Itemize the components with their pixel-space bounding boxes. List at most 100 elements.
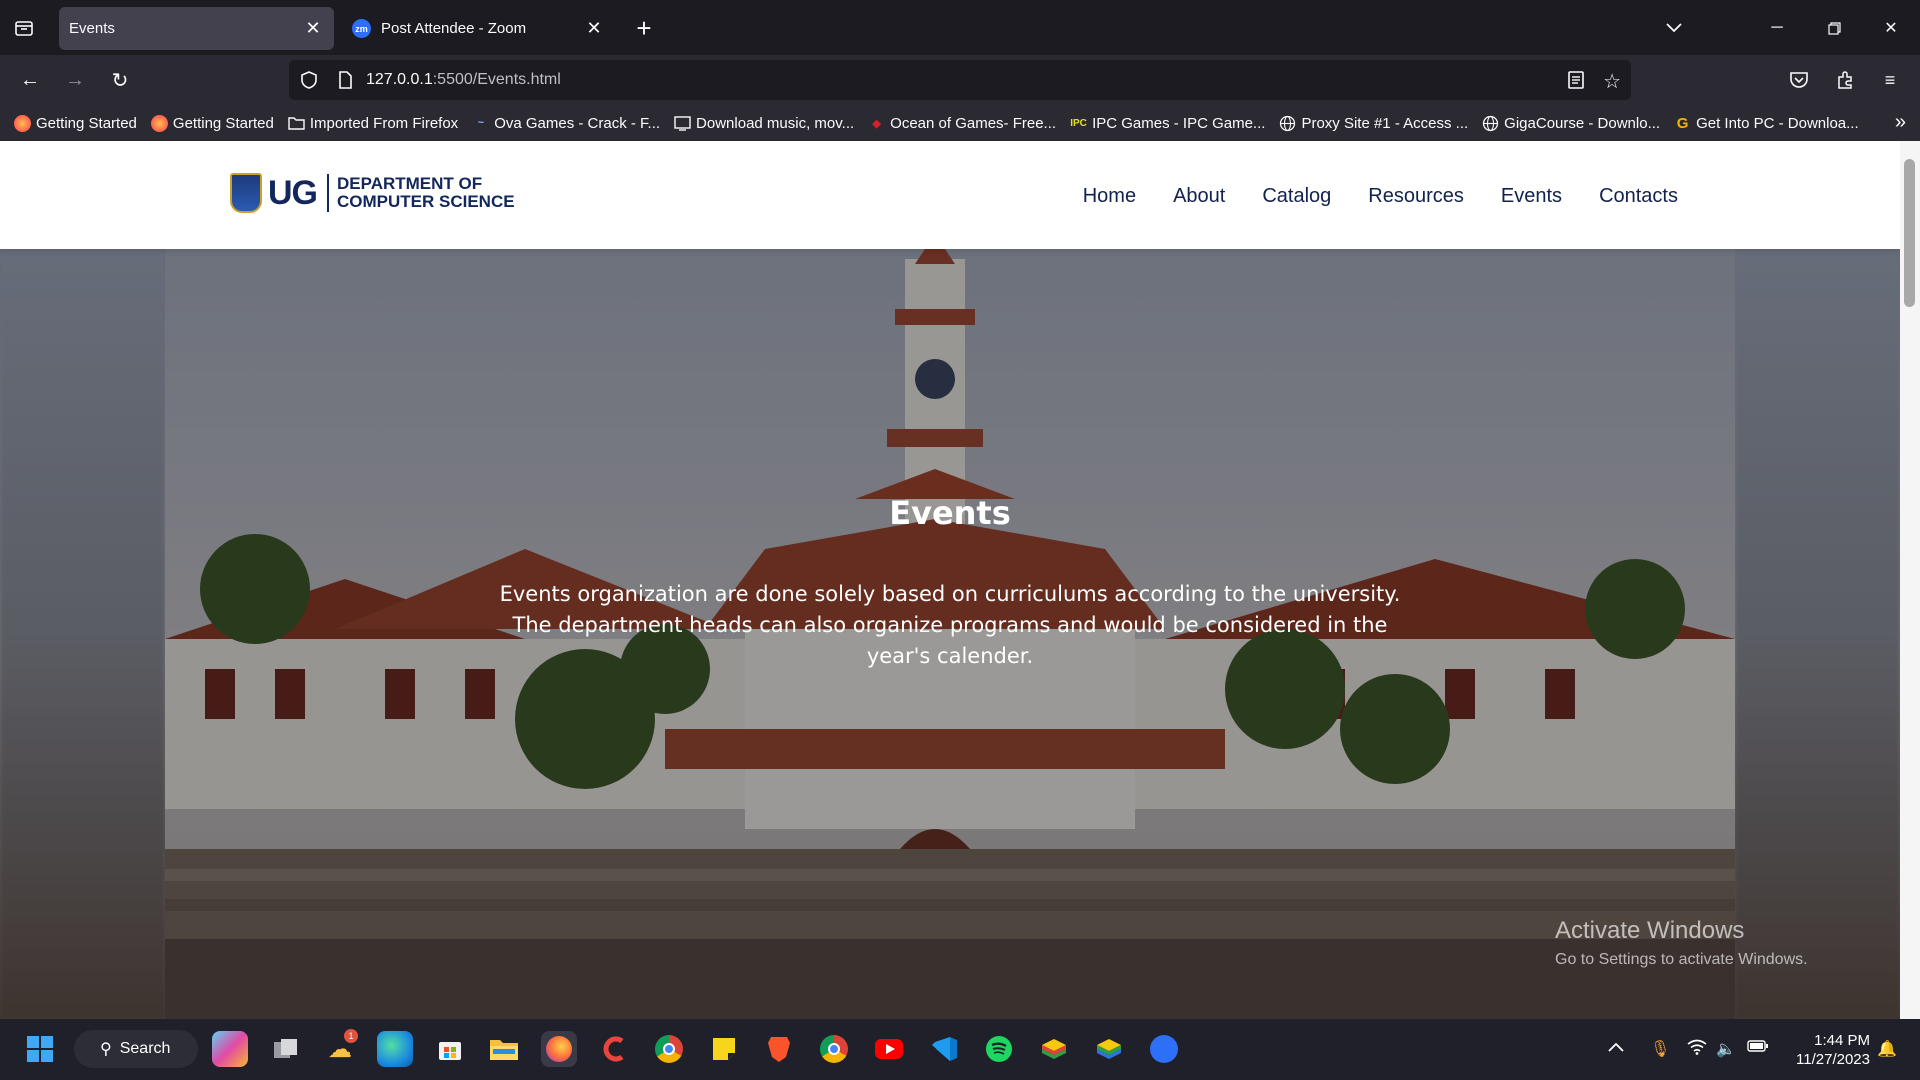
close-tab-icon[interactable]: ✕ [585,18,603,38]
battery-icon[interactable] [1747,1039,1769,1058]
notification-bell-icon[interactable]: 🔔 [1877,1039,1897,1059]
tab-events[interactable]: Events ✕ [59,7,334,50]
reader-view-icon[interactable] [1566,70,1586,90]
bookmark-star-icon[interactable]: ☆ [1603,69,1621,94]
logo-line-1: DEPARTMENT OF [337,174,483,193]
nav-events[interactable]: Events [1501,185,1562,208]
taskbar-clock[interactable]: 1:44 PM 11/27/2023 [1786,1031,1870,1069]
bookmark-item[interactable]: ◆ Ocean of Games- Free... [868,115,1056,132]
zoom-taskbar-icon[interactable] [1146,1031,1182,1067]
spotify-icon[interactable] [981,1031,1017,1067]
hero-title: Events [889,494,1011,532]
bookmark-item[interactable]: Proxy Site #1 - Access ... [1279,115,1468,132]
minimize-icon[interactable]: ─ [1763,14,1791,42]
ova-icon: ~ [477,117,484,129]
nav-about[interactable]: About [1173,185,1225,208]
nav-contacts[interactable]: Contacts [1599,185,1678,208]
extensions-icon[interactable] [1831,66,1859,94]
reload-icon[interactable]: ↻ [106,66,134,94]
shield-icon[interactable] [299,70,319,90]
bookmark-item[interactable]: Getting Started [14,114,137,132]
forward-icon[interactable]: → [61,66,89,94]
site-nav: Home About Catalog Resources Events Cont… [1046,185,1678,208]
bookmark-folder[interactable]: Imported From Firefox [288,115,458,132]
scrollbar-thumb[interactable] [1904,159,1915,307]
site-header: UG DEPARTMENT OF COMPUTER SCIENCE Home A… [0,141,1900,249]
logo-divider [327,174,329,212]
bookmark-item[interactable]: Download music, mov... [674,115,854,132]
bluestacks-multi-icon[interactable] [1091,1031,1127,1067]
watermark-title: Activate Windows [1555,917,1745,944]
firefox-icon [14,114,31,132]
microsoft-store-icon[interactable] [432,1031,468,1067]
firefox-taskbar-icon[interactable] [541,1031,577,1067]
bookmark-item[interactable]: GigaCourse - Downlo... [1482,115,1660,132]
ipc-icon: IPC [1070,117,1087,129]
globe-icon [1279,115,1296,132]
nav-resources[interactable]: Resources [1368,185,1464,208]
tab-list-button[interactable] [10,14,38,42]
hero-banner: Events Events organization are done sole… [0,249,1900,1019]
bluestacks-icon[interactable] [1036,1031,1072,1067]
youtube-icon[interactable] [871,1031,907,1067]
brave-icon[interactable] [761,1031,797,1067]
taskbar-search[interactable]: ⚲ Search [74,1030,198,1068]
address-bar[interactable]: 127.0.0.1:5500/Events.html ☆ [289,60,1631,100]
url-text[interactable]: 127.0.0.1:5500/Events.html [366,71,561,89]
more-bookmarks-chevron-icon[interactable]: » [1895,111,1906,134]
bookmark-item[interactable]: G Get Into PC - Downloa... [1674,115,1859,132]
microphone-icon[interactable]: 🎙 [1650,1039,1670,1059]
page-info-icon[interactable] [335,70,355,90]
nav-catalog[interactable]: Catalog [1262,185,1331,208]
chrome-icon[interactable] [651,1031,687,1067]
ocean-games-icon: ◆ [872,117,881,130]
page-scrollbar[interactable] [1900,141,1920,1019]
watermark-subtitle: Go to Settings to activate Windows. [1555,951,1808,968]
clock-date: 11/27/2023 [1796,1051,1870,1068]
firefox-icon [150,114,168,132]
volume-icon[interactable]: 🔈 [1716,1039,1736,1059]
web-page: UG DEPARTMENT OF COMPUTER SCIENCE Home A… [0,141,1920,1019]
url-path: :5500/Events.html [432,71,561,88]
restore-icon[interactable] [1820,14,1848,42]
pocket-icon[interactable] [1785,66,1813,94]
site-logo[interactable]: UG DEPARTMENT OF COMPUTER SCIENCE [230,173,515,213]
tab-title: Post Attendee - Zoom [381,20,527,37]
sticky-notes-icon[interactable] [706,1031,742,1067]
url-host: 127.0.0.1 [366,71,433,88]
edge-icon[interactable] [377,1031,413,1067]
list-all-tabs-chevron-icon[interactable] [1660,14,1688,42]
new-tab-button[interactable]: + [630,13,658,43]
bookmark-item[interactable]: IPC IPC Games - IPC Game... [1070,115,1265,132]
windows-start-icon[interactable] [22,1031,58,1067]
tab-zoom[interactable]: zm Post Attendee - Zoom ✕ [340,7,615,50]
folder-icon [288,115,305,132]
zoom-icon: zm [352,19,371,38]
activate-windows-watermark: Activate Windows Go to Settings to activ… [1555,917,1808,969]
getintopc-icon: G [1676,114,1689,132]
bookmark-item[interactable]: ~ Ova Games - Crack - F... [472,115,660,132]
chrome-profile-icon[interactable] [816,1031,852,1067]
menu-icon[interactable]: ≡ [1876,66,1904,94]
hero-description: Events organization are done solely base… [499,582,1401,668]
browser-navbar: ← → ↻ 127.0.0.1:5500/Events.html ☆ ≡ [0,55,1920,105]
ccleaner-icon[interactable] [596,1031,632,1067]
weather-widget-icon[interactable]: ☁ 1 [322,1029,358,1067]
nav-home[interactable]: Home [1083,185,1136,208]
wifi-icon[interactable] [1687,1039,1707,1060]
bookmarks-toolbar: Getting Started Getting Started Imported… [0,105,1920,141]
bookmark-item[interactable]: Getting Started [150,114,274,132]
close-tab-icon[interactable]: ✕ [304,18,322,38]
logo-line-2: COMPUTER SCIENCE [337,192,515,211]
logo-mark: UG [268,173,318,212]
task-view-icon[interactable] [268,1031,304,1067]
show-hidden-icons-chevron-icon[interactable] [1608,1039,1624,1057]
search-icon: ⚲ [100,1041,112,1058]
back-icon[interactable]: ← [16,66,44,94]
copilot-icon[interactable] [212,1031,248,1067]
tab-title: Events [69,20,115,37]
file-explorer-icon[interactable] [486,1031,522,1067]
vscode-icon[interactable] [926,1031,962,1067]
search-label: Search [119,1040,171,1057]
close-window-icon[interactable]: ✕ [1877,14,1905,42]
